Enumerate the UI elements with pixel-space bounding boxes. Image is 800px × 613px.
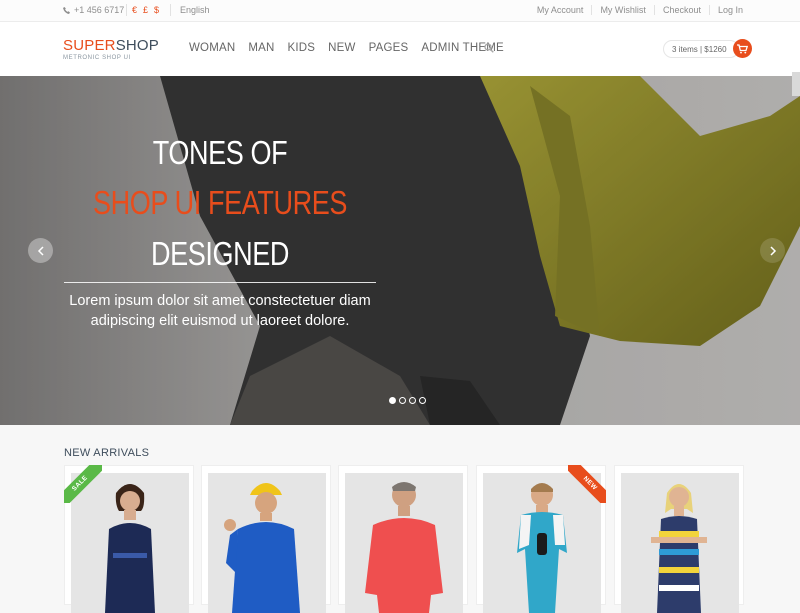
chevron-right-icon — [769, 245, 776, 256]
cart-button[interactable] — [733, 39, 752, 58]
search-icon[interactable] — [484, 43, 494, 53]
currency-euro[interactable]: € — [132, 5, 137, 15]
nav-item-pages[interactable]: PAGES — [369, 42, 409, 54]
sale-badge: SALE — [64, 465, 102, 503]
new-ribbon: NEW — [568, 465, 606, 503]
side-panel-toggle[interactable] — [792, 72, 800, 96]
hero-divider — [64, 282, 376, 283]
phone-info: +1 456 6717 — [63, 5, 124, 15]
hero-line-2: SHOP UI FEATURES — [92, 184, 348, 221]
product-card[interactable] — [614, 465, 744, 613]
logo-text-shop: SHOP — [115, 37, 159, 54]
product-image — [345, 473, 463, 613]
nav-item-new[interactable]: NEW — [328, 42, 355, 54]
slider-dot[interactable] — [399, 397, 406, 404]
chevron-left-icon — [37, 245, 44, 256]
currency-pound[interactable]: £ — [143, 5, 148, 15]
main-nav: WOMAN MAN KIDS NEW PAGES ADMIN THEME — [189, 42, 517, 54]
nav-item-kids[interactable]: KIDS — [288, 42, 316, 54]
hero-subtitle: Lorem ipsum dolor sit amet constectetuer… — [69, 293, 371, 329]
header: SUPERSHOP METRONIC SHOP UI WOMAN MAN KID… — [0, 22, 800, 76]
new-badge: NEW — [568, 465, 606, 503]
account-links: My Account My Wishlist Checkout Log In — [529, 5, 751, 15]
slider-prev-button[interactable] — [28, 238, 53, 263]
product-card[interactable] — [338, 465, 468, 613]
section-title-new-arrivals: NEW ARRIVALS — [64, 447, 150, 459]
product-image — [621, 473, 739, 613]
cart-summary[interactable]: 3 items | $1260 — [663, 40, 739, 58]
phone-number: +1 456 6717 — [74, 5, 125, 15]
hero-slider: TONES OF SHOP UI FEATURES DESIGNED — [0, 76, 800, 425]
slider-next-button[interactable] — [760, 238, 785, 263]
currency-dollar[interactable]: $ — [154, 5, 159, 15]
language-selector[interactable]: English — [180, 5, 210, 15]
divider — [170, 4, 171, 16]
product-image — [208, 473, 326, 613]
my-wishlist-link[interactable]: My Wishlist — [591, 5, 654, 15]
slider-dots — [389, 397, 426, 404]
sale-ribbon: SALE — [64, 465, 102, 503]
logo-tagline: METRONIC SHOP UI — [63, 55, 131, 61]
nav-item-woman[interactable]: WOMAN — [189, 42, 235, 54]
login-link[interactable]: Log In — [708, 5, 751, 15]
logo-text-super: SUPER — [63, 37, 116, 54]
nav-item-man[interactable]: MAN — [248, 42, 274, 54]
hero-line-3: DESIGNED — [150, 235, 290, 272]
slider-dot[interactable] — [389, 397, 396, 404]
cart-icon — [737, 43, 748, 53]
hero-line-1: TONES OF — [152, 134, 288, 171]
logo[interactable]: SUPERSHOP METRONIC SHOP UI — [63, 37, 159, 61]
slider-dot[interactable] — [419, 397, 426, 404]
top-bar: +1 456 6717 € £ $ English My Account My … — [0, 0, 800, 22]
my-account-link[interactable]: My Account — [529, 5, 592, 15]
product-card[interactable] — [201, 465, 331, 613]
phone-icon — [63, 6, 70, 14]
divider — [126, 4, 127, 16]
cart-label: 3 items | $1260 — [672, 45, 727, 54]
checkout-link[interactable]: Checkout — [653, 5, 709, 15]
slider-dot[interactable] — [409, 397, 416, 404]
currency-switcher: € £ $ — [132, 5, 159, 15]
